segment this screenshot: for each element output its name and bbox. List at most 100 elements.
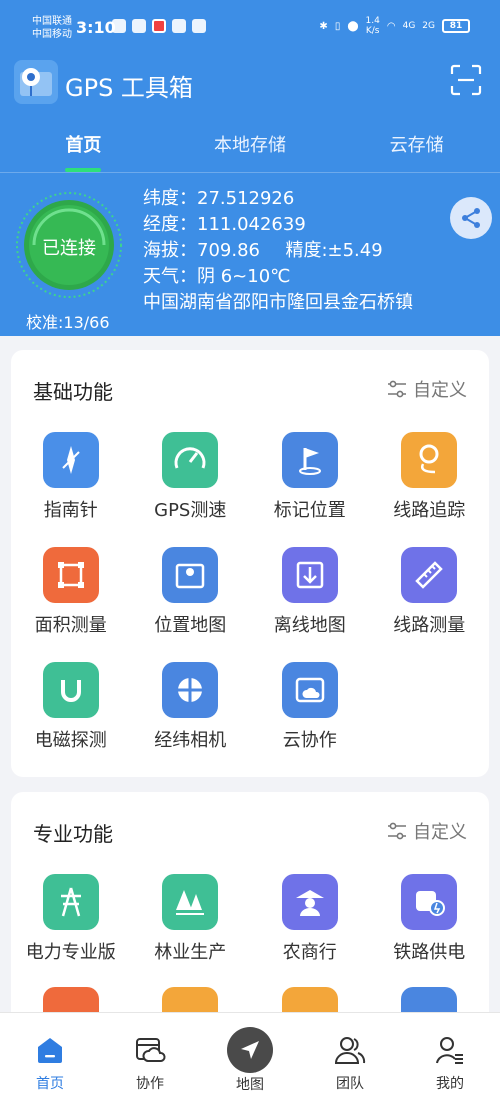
function-label: 线路测量 xyxy=(393,615,466,636)
battery-icon: 81 xyxy=(442,19,470,33)
bluetooth-icon: ✱ xyxy=(319,20,328,32)
nav-me[interactable]: 我的 xyxy=(400,1013,500,1103)
carrier-names: 中国联通 中国移动 xyxy=(32,15,72,41)
tab-local-storage[interactable]: 本地存储 xyxy=(167,124,334,172)
function-item[interactable]: 经纬相机 xyxy=(131,662,251,757)
tab-cloud-storage[interactable]: 云存储 xyxy=(333,124,500,172)
function-item[interactable]: 标记位置 xyxy=(250,432,370,527)
function-item[interactable]: 线路测量 xyxy=(370,547,490,642)
app-bar: GPS 工具箱 xyxy=(0,56,500,112)
function-label: 经纬相机 xyxy=(154,730,227,751)
function-item[interactable]: 离线地图 xyxy=(250,547,370,642)
app-logo-icon xyxy=(14,60,58,104)
function-label: 电力专业版 xyxy=(25,942,116,963)
function-label: 林业生产 xyxy=(154,942,227,963)
notification-icon xyxy=(172,19,186,33)
location-map-icon xyxy=(162,547,219,603)
net-speed: 1.4 K/s xyxy=(365,16,380,36)
function-label: 指南针 xyxy=(43,500,98,521)
team-icon xyxy=(333,1033,367,1067)
connection-status: 已连接 xyxy=(42,238,96,259)
forest-icon xyxy=(162,874,219,930)
function-label: 铁路供电 xyxy=(393,942,466,963)
altitude-value: 海拔：709.86 xyxy=(143,240,260,261)
function-item[interactable]: 云协作 xyxy=(250,662,370,757)
basic-functions-card: 基础功能 自定义 指南针 GPS测速 标记位置 线路追踪面积测量 位置地图 离线地图 线路测… xyxy=(11,350,489,777)
farmer-icon xyxy=(281,874,338,930)
function-item[interactable]: 指南针 xyxy=(11,432,131,527)
share-button[interactable] xyxy=(450,197,492,239)
altitude-accuracy-row: 海拔：709.86 精度:±5.49 xyxy=(143,238,413,264)
scan-icon[interactable] xyxy=(450,64,482,96)
cloud-collab-icon xyxy=(133,1033,167,1067)
nav-team[interactable]: 团队 xyxy=(300,1013,400,1103)
carrier-1: 中国联通 xyxy=(32,16,72,27)
notification-icon xyxy=(192,19,206,33)
gps-info: 纬度：27.512926 经度：111.042639 海拔：709.86 精度:… xyxy=(143,186,413,316)
carrier-2: 中国移动 xyxy=(32,29,72,40)
top-tabs: 首页 本地存储 云存储 xyxy=(0,124,500,172)
clock: 3:10 xyxy=(76,18,116,37)
professional-functions-title: 专业功能 xyxy=(33,822,113,846)
tab-home[interactable]: 首页 xyxy=(0,124,167,172)
power-tower-icon xyxy=(42,874,99,930)
notification-icon xyxy=(112,19,126,33)
basic-functions-grid: 指南针 GPS测速 标记位置 线路追踪面积测量 位置地图 离线地图 线路测量电磁探测 经纬相机… xyxy=(11,432,489,757)
navigation-arrow-icon xyxy=(227,1027,273,1073)
professional-customize-button[interactable]: 自定义 xyxy=(387,818,467,844)
professional-functions-grid: 电力专业版 林业生产 农商行 铁路供电 xyxy=(11,874,489,969)
mail-icon xyxy=(152,19,166,33)
function-item[interactable]: 位置地图 xyxy=(131,547,251,642)
nav-home[interactable]: 首页 xyxy=(0,1013,100,1103)
basic-functions-title: 基础功能 xyxy=(33,380,113,404)
train-power-icon xyxy=(401,874,458,930)
camera-icon xyxy=(162,662,219,718)
professional-functions-card: 专业功能 自定义 电力专业版 林业生产 农商行 铁路供电 xyxy=(11,792,489,1032)
route-track-icon xyxy=(401,432,458,488)
vibrate-icon: ▯ xyxy=(334,20,341,32)
accuracy-value: 精度:±5.49 xyxy=(285,240,383,261)
settings-sliders-icon xyxy=(388,380,406,398)
speedometer-icon xyxy=(162,432,219,488)
offline-map-icon xyxy=(281,547,338,603)
function-label: 农商行 xyxy=(282,942,337,963)
function-item[interactable]: 铁路供电 xyxy=(370,874,490,969)
connection-gauge[interactable]: 已连接 xyxy=(14,190,124,300)
magnet-icon xyxy=(42,662,99,718)
function-item[interactable]: 面积测量 xyxy=(11,547,131,642)
function-label: 电磁探测 xyxy=(34,730,107,751)
ruler-icon xyxy=(401,547,458,603)
cloud-folder-icon xyxy=(281,662,338,718)
signal-2: 2G xyxy=(422,21,435,31)
function-item[interactable]: 林业生产 xyxy=(131,874,251,969)
function-item[interactable]: 电力专业版 xyxy=(11,874,131,969)
nav-collab[interactable]: 协作 xyxy=(100,1013,200,1103)
home-icon xyxy=(33,1033,67,1067)
function-label: 云协作 xyxy=(282,730,337,751)
calibration-count: 校准:13/66 xyxy=(26,313,110,332)
notification-icon xyxy=(132,19,146,33)
bottom-navigation: 首页 协作 地图 团队 我的 xyxy=(0,1012,500,1103)
nav-map[interactable]: 地图 xyxy=(200,1013,300,1103)
header-panel: 中国联通 中国移动 3:10 ✱ ▯ ⬤ 1.4 K/s ◠ 4G 2G 81 xyxy=(0,0,500,336)
address-value: 中国湖南省邵阳市隆回县金石桥镇 xyxy=(143,292,413,313)
function-item[interactable]: 农商行 xyxy=(250,874,370,969)
flag-pin-icon xyxy=(281,432,338,488)
app-title: GPS 工具箱 xyxy=(65,74,193,102)
signal-1: 4G xyxy=(402,21,416,31)
longitude-value: 经度：111.042639 xyxy=(143,214,306,235)
function-label: 位置地图 xyxy=(154,615,227,636)
function-item[interactable]: 电磁探测 xyxy=(11,662,131,757)
weather-value: 天气：阴 6~10℃ xyxy=(143,266,291,287)
basic-customize-button[interactable]: 自定义 xyxy=(387,376,467,402)
location-icon: ⬤ xyxy=(347,20,359,32)
function-label: GPS测速 xyxy=(154,500,227,521)
function-label: 面积测量 xyxy=(34,615,107,636)
user-icon xyxy=(433,1033,467,1067)
function-item[interactable]: 线路追踪 xyxy=(370,432,490,527)
notification-icons xyxy=(112,19,206,33)
function-label: 标记位置 xyxy=(273,500,346,521)
function-label: 离线地图 xyxy=(273,615,346,636)
settings-sliders-icon xyxy=(388,822,406,840)
function-item[interactable]: GPS测速 xyxy=(131,432,251,527)
